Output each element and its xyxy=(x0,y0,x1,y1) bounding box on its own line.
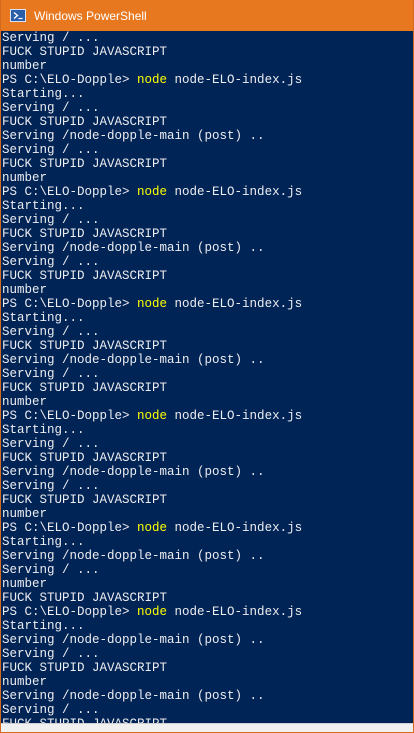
console-output-line: number xyxy=(2,59,48,73)
console-output-line: Serving /node-dopple-main (post) .. xyxy=(2,241,265,255)
console-output[interactable]: Serving / ... FUCK STUPID JAVASCRIPT numbe… xyxy=(2,31,413,724)
console-output-line: FUCK STUPID JAVASCRIPT xyxy=(2,451,168,465)
command-name: node xyxy=(137,185,168,199)
console-output-line: FUCK STUPID JAVASCRIPT xyxy=(2,45,168,59)
console-output-line: number xyxy=(2,283,48,297)
console-output-line: FUCK STUPID JAVASCRIPT xyxy=(2,227,168,241)
command-args: node-ELO-index.js xyxy=(167,409,303,423)
command-name: node xyxy=(137,297,168,311)
console-output-line: number xyxy=(2,171,48,185)
prompt-text: PS C:\ELO-Dopple> xyxy=(2,73,138,87)
console-output-line: Serving / ... xyxy=(2,143,100,157)
console-output-line: Serving / ... xyxy=(2,563,100,577)
console-output-line: Serving / ... xyxy=(2,479,100,493)
title-bar[interactable]: Windows PowerShell xyxy=(1,0,413,31)
console-output-line: Starting... xyxy=(2,311,85,325)
console-output-line: FUCK STUPID JAVASCRIPT xyxy=(2,493,168,507)
horizontal-scrollbar[interactable] xyxy=(1,723,413,732)
console-output-line: number xyxy=(2,675,48,689)
command-args: node-ELO-index.js xyxy=(167,73,303,87)
console-output-line: Serving / ... xyxy=(2,647,100,661)
console-output-line: number xyxy=(2,507,48,521)
console-output-line: Serving /node-dopple-main (post) .. xyxy=(2,353,265,367)
powershell-window: Windows PowerShell Serving / ... FUCK STU… xyxy=(0,0,414,733)
console-output-line: FUCK STUPID JAVASCRIPT xyxy=(2,661,168,675)
console-output-line: Starting... xyxy=(2,619,85,633)
console-output-line: Serving / ... xyxy=(2,325,100,339)
console-output-line: FUCK STUPID JAVASCRIPT xyxy=(2,269,168,283)
console-prompt-line: PS C:\ELO-Dopple> node node-ELO-index.js xyxy=(2,605,413,619)
prompt-text: PS C:\ELO-Dopple> xyxy=(2,297,138,311)
command-args: node-ELO-index.js xyxy=(167,185,303,199)
console-output-line: FUCK STUPID JAVASCRIPT xyxy=(2,157,168,171)
powershell-icon[interactable] xyxy=(10,9,26,22)
console-output-line: number xyxy=(2,395,48,409)
console-output-line: Serving / ... xyxy=(2,213,100,227)
command-name: node xyxy=(137,521,168,535)
command-name: node xyxy=(137,605,168,619)
console-output-line: Starting... xyxy=(2,87,85,101)
window-title: Windows PowerShell xyxy=(34,8,147,23)
console-output-line: Serving / ... xyxy=(2,437,100,451)
console-output-line: FUCK STUPID JAVASCRIPT xyxy=(2,339,168,353)
prompt-text: PS C:\ELO-Dopple> xyxy=(2,521,138,535)
console-output-line: number xyxy=(2,577,48,591)
command-args: node-ELO-index.js xyxy=(167,605,303,619)
console-output-line: Starting... xyxy=(2,423,85,437)
console-output-line: FUCK STUPID JAVASCRIPT xyxy=(2,381,168,395)
command-args: node-ELO-index.js xyxy=(167,297,303,311)
console-output-line: Serving /node-dopple-main (post) .. xyxy=(2,633,265,647)
console-output-line: Serving / ... xyxy=(2,255,100,269)
console-output-line: FUCK STUPID JAVASCRIPT xyxy=(2,115,168,129)
console-output-line: Starting... xyxy=(2,535,85,549)
console-output-line: Serving / ... xyxy=(2,703,100,717)
console-output-line: Serving /node-dopple-main (post) .. xyxy=(2,129,265,143)
prompt-text: PS C:\ELO-Dopple> xyxy=(2,185,138,199)
prompt-text: PS C:\ELO-Dopple> xyxy=(2,605,138,619)
command-args: node-ELO-index.js xyxy=(167,521,303,535)
console-output-line: Serving /node-dopple-main (post) .. xyxy=(2,689,265,703)
console-prompt-line: PS C:\ELO-Dopple> node node-ELO-index.js xyxy=(2,73,413,87)
console-prompt-line: PS C:\ELO-Dopple> node node-ELO-index.js xyxy=(2,185,413,199)
console-output-line: Serving / ... xyxy=(2,31,100,45)
console-prompt-line: PS C:\ELO-Dopple> node node-ELO-index.js xyxy=(2,521,413,535)
console-output-line: Serving / ... xyxy=(2,101,100,115)
console-output-line: FUCK STUPID JAVASCRIPT xyxy=(2,591,168,605)
console-prompt-line: PS C:\ELO-Dopple> node node-ELO-index.js xyxy=(2,297,413,311)
console-output-line: Serving /node-dopple-main (post) .. xyxy=(2,549,265,563)
command-name: node xyxy=(137,73,168,87)
console-output-line: Serving /node-dopple-main (post) .. xyxy=(2,465,265,479)
console-output-line: Serving / ... xyxy=(2,367,100,381)
console-prompt-line: PS C:\ELO-Dopple> node node-ELO-index.js xyxy=(2,409,413,423)
command-name: node xyxy=(137,409,168,423)
prompt-text: PS C:\ELO-Dopple> xyxy=(2,409,138,423)
console-output-line: Starting... xyxy=(2,199,85,213)
